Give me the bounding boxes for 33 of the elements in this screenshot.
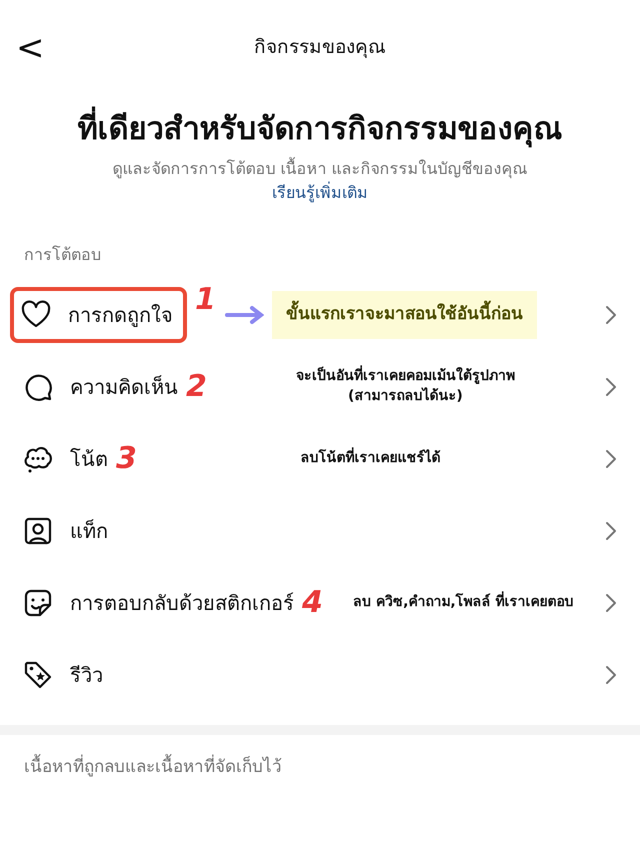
page-description: ดูและจัดการการโต้ตอบ เนื้อหา และกิจกรรมในบัญชีของคุณ เรียนรู้เพิ่มเติม	[111, 157, 529, 204]
activity-item[interactable]: การกดถูกใจ 1 ขั้นแรกเราจะมาสอนใช้อันนี้ก่อน	[0, 279, 640, 352]
annotation-number: 3	[116, 444, 137, 474]
annotation-number: 4	[302, 588, 323, 618]
page-title: กิจกรรมของคุณ	[254, 35, 386, 60]
chevron-icon	[604, 593, 618, 614]
section-label: เนื้อหาที่ถูกลบและเนื้อหาที่จัดเก็บไว้	[0, 735, 640, 801]
annotation-note: จะเป็นอันที่เราเคยคอมเม้นใต้รูปภาพ (สามารถลบได้นะ)	[214, 367, 596, 407]
chevron-icon	[604, 665, 618, 686]
annotation-note: ลบ ควิซ,คำถาม,โพลล์ ที่เราเคยตอบ	[330, 593, 596, 613]
item-label: โน้ต	[70, 446, 108, 474]
page-heading: ที่เดียวสำหรับจัดการกิจกรรมของคุณ	[0, 105, 640, 154]
learn-more-link[interactable]: เรียนรู้เพิ่มเติม	[272, 183, 368, 202]
item-label: รีวิว	[70, 662, 103, 690]
chevron-icon	[604, 305, 618, 326]
annotation-note: ขั้นแรกเราจะมาสอนใช้อันนี้ก่อน	[272, 291, 537, 339]
item-label: ความคิดเห็น	[70, 374, 178, 402]
activity-item[interactable]: แท็ก	[0, 495, 640, 568]
activity-item[interactable]: ความคิดเห็น 2 จะเป็นอันที่เราเคยคอมเม้นใต้รูปภาพ (สามารถลบได้นะ)	[0, 351, 640, 424]
item-label: การกดถูกใจ	[68, 302, 173, 330]
annotation-number: 2	[186, 372, 207, 402]
chevron-icon	[604, 449, 618, 470]
chevron-icon	[604, 377, 618, 398]
back-button[interactable]: <	[16, 30, 44, 64]
annotation-note: ลบโน้ตที่เราเคยแชร์ได้	[144, 449, 596, 469]
section-label: การโต้ตอบ	[23, 244, 102, 266]
item-label: การตอบกลับด้วยสติกเกอร์	[70, 590, 294, 618]
activity-item[interactable]: โน้ต 3 ลบโน้ตที่เราเคยแชร์ได้	[0, 423, 640, 496]
item-label: แท็ก	[70, 518, 108, 546]
chevron-icon	[604, 521, 618, 542]
activity-item[interactable]: รีวิว	[0, 639, 640, 712]
annotation-number: 1	[195, 285, 216, 316]
activity-item[interactable]: การตอบกลับด้วยสติกเกอร์ 4 ลบ ควิซ,คำถาม,โพลล์ ที่เราเคยตอบ	[0, 567, 640, 640]
